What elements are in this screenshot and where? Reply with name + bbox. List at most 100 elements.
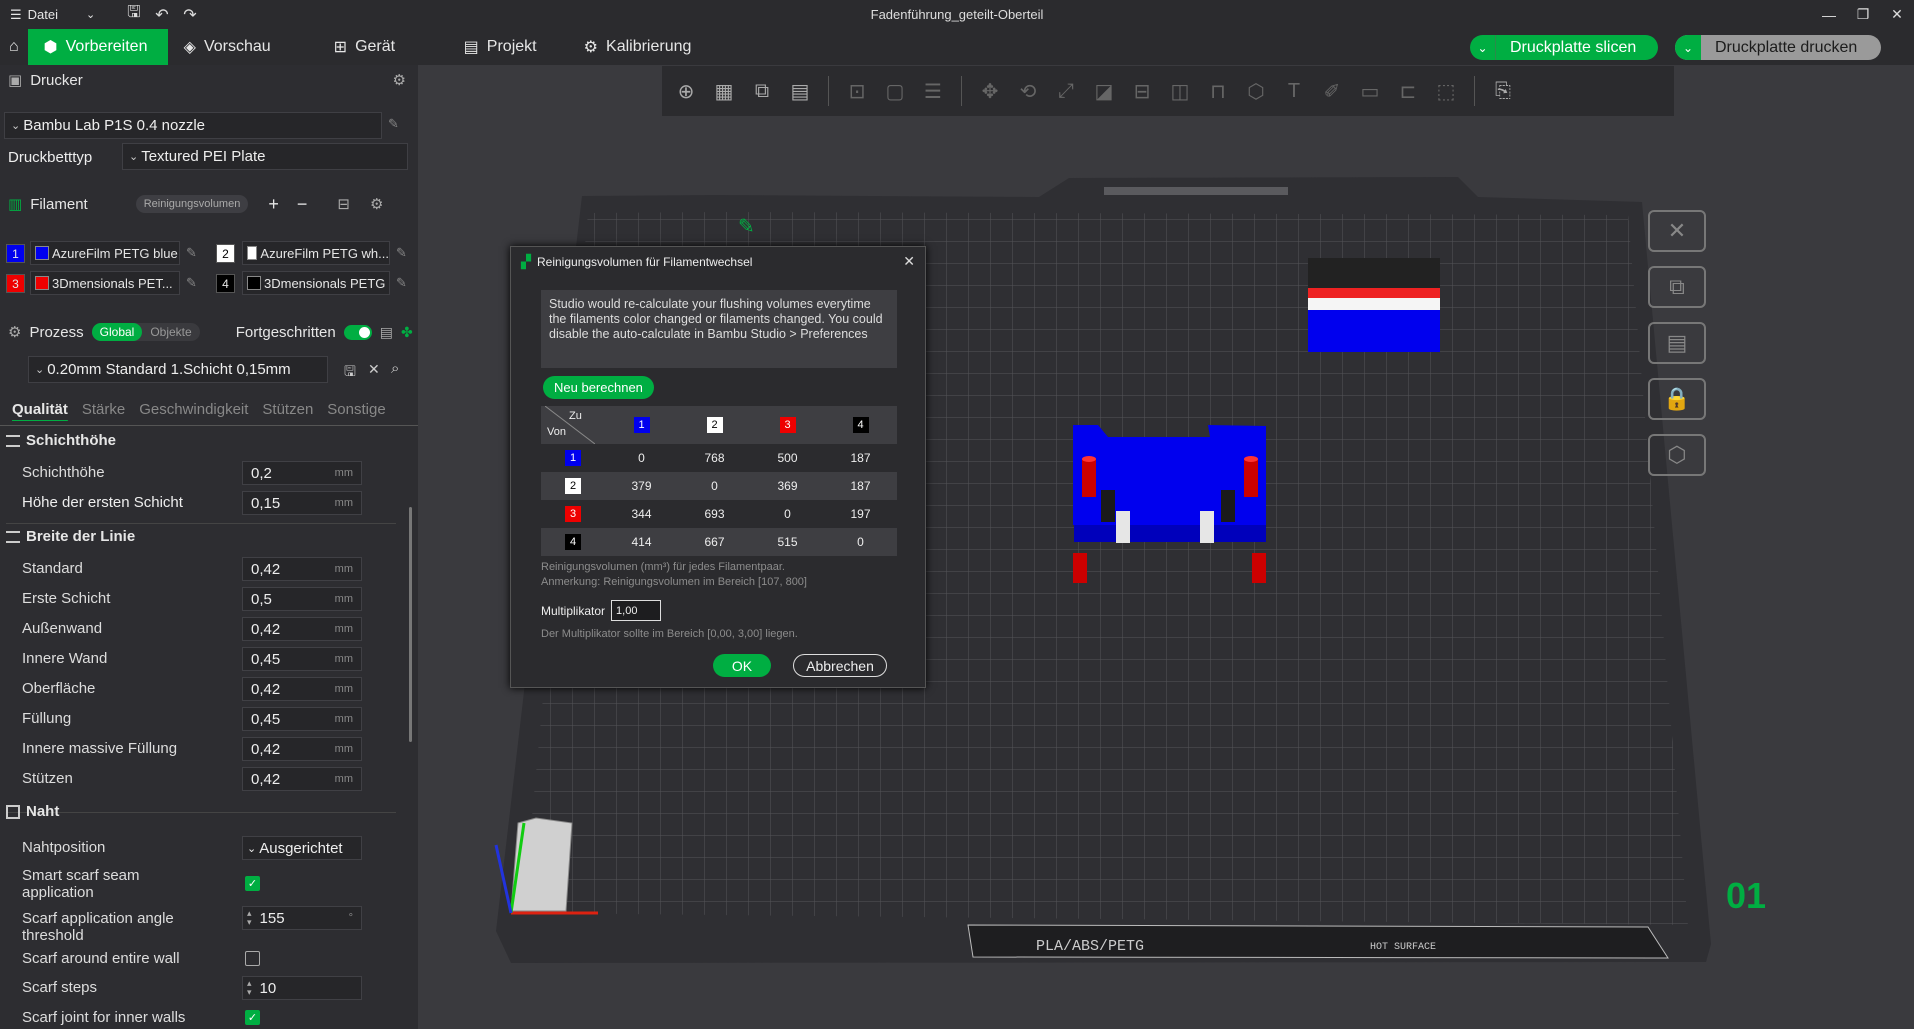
minimize-icon[interactable]: — bbox=[1812, 0, 1846, 29]
flush-cell[interactable]: 768 bbox=[678, 444, 751, 472]
wipe-tower[interactable] bbox=[1308, 258, 1440, 352]
flush-cell[interactable]: 0 bbox=[751, 500, 824, 528]
width-top-surface-input[interactable]: 0,42 mm bbox=[242, 677, 362, 701]
plate-settings-icon[interactable]: ✤ bbox=[401, 324, 413, 341]
compare-icon[interactable]: ▤ bbox=[380, 324, 393, 341]
plate-settings-icon[interactable]: ⬡ bbox=[1648, 434, 1706, 476]
scarf-steps-input[interactable]: ▴ ▾ 10 bbox=[242, 976, 362, 1000]
first-layer-height-input[interactable]: 0,15 mm bbox=[242, 491, 362, 515]
edit-icon[interactable]: ✎ bbox=[186, 245, 197, 261]
scope-objects[interactable]: Objekte bbox=[142, 323, 199, 341]
advanced-switch[interactable] bbox=[343, 324, 372, 340]
edit-pencil-icon[interactable]: ✎ bbox=[738, 216, 755, 238]
scarf-angle-input[interactable]: ▴ ▾ 155 ° bbox=[242, 906, 362, 930]
flush-cell[interactable]: 693 bbox=[678, 500, 751, 528]
arrange-icon[interactable]: ▤ bbox=[784, 75, 816, 107]
seam-position-select[interactable]: ⌄ Ausgerichtet bbox=[242, 836, 362, 860]
file-menu[interactable]: ☰ Datei ⌄ bbox=[0, 7, 100, 23]
lay-on-face-icon[interactable]: ◪ bbox=[1088, 75, 1120, 107]
spinner-icon[interactable]: ▴ ▾ bbox=[247, 909, 252, 927]
width-first-layer-input[interactable]: 0,5 mm bbox=[242, 587, 362, 611]
scale-icon[interactable]: ⤢ bbox=[1050, 75, 1082, 107]
layer-height-input[interactable]: 0,2 mm bbox=[242, 461, 362, 485]
auto-arrange-plate-icon[interactable]: ⧉ bbox=[1648, 266, 1706, 308]
gear-icon[interactable]: ⚙ bbox=[393, 71, 406, 89]
split-objects-icon[interactable]: ⊡ bbox=[841, 75, 873, 107]
auto-orient-icon[interactable]: ⧉ bbox=[746, 75, 778, 107]
save-preset-icon[interactable]: 🖫 bbox=[344, 361, 356, 385]
width-inner-wall-input[interactable]: 0,45 mm bbox=[242, 647, 362, 671]
chevron-down-icon[interactable]: ⌄ bbox=[1470, 35, 1496, 60]
text-icon[interactable]: T bbox=[1278, 75, 1310, 107]
edit-icon[interactable]: ✎ bbox=[396, 245, 407, 261]
flush-cell[interactable]: 187 bbox=[824, 444, 897, 472]
flush-cell[interactable]: 379 bbox=[605, 472, 678, 500]
close-icon[interactable]: ✕ bbox=[1880, 0, 1914, 29]
filament-3-select[interactable]: 3Dmensionals PET... bbox=[30, 271, 180, 295]
tab-speed[interactable]: Geschwindigkeit bbox=[139, 401, 248, 418]
assembly-icon[interactable]: ⊏ bbox=[1392, 75, 1424, 107]
width-infill-input[interactable]: 0,45 mm bbox=[242, 707, 362, 731]
flush-cell[interactable]: 0 bbox=[605, 444, 678, 472]
flush-cell[interactable]: 344 bbox=[605, 500, 678, 528]
process-preset-select[interactable]: ⌄ 0.20mm Standard 1.Schicht 0,15mm bbox=[28, 356, 328, 383]
cut-icon[interactable]: ⊟ bbox=[1126, 75, 1158, 107]
edit-icon[interactable]: ✎ bbox=[186, 275, 197, 291]
search-icon[interactable]: ⌕ bbox=[391, 360, 399, 377]
restore-icon[interactable]: ❐ bbox=[1846, 0, 1880, 29]
spinner-icon[interactable]: ▴ ▾ bbox=[247, 979, 252, 997]
tab-strength[interactable]: Stärke bbox=[82, 401, 125, 418]
sync-icon[interactable]: ⊟ bbox=[337, 195, 350, 213]
width-solid-infill-input[interactable]: 0,42 mm bbox=[242, 737, 362, 761]
flush-volume-button[interactable]: Reinigungsvolumen bbox=[135, 195, 249, 213]
width-outer-wall-input[interactable]: 0,42 mm bbox=[242, 617, 362, 641]
move-icon[interactable]: ✥ bbox=[974, 75, 1006, 107]
mesh-boolean-icon[interactable]: ◫ bbox=[1164, 75, 1196, 107]
smart-scarf-checkbox[interactable]: ✓ bbox=[245, 876, 260, 891]
filament-4-select[interactable]: 3Dmensionals PETG bbox=[242, 271, 390, 295]
home-button[interactable]: ⌂ bbox=[0, 29, 28, 65]
support-paint-icon[interactable]: ⊓ bbox=[1202, 75, 1234, 107]
filament-1-select[interactable]: AzureFilm PETG blue bbox=[30, 241, 180, 265]
split-parts-icon[interactable]: ▢ bbox=[879, 75, 911, 107]
flush-cell[interactable]: 515 bbox=[751, 528, 824, 556]
width-standard-input[interactable]: 0,42 mm bbox=[242, 557, 362, 581]
tab-prepare[interactable]: ⬢ Vorbereiten bbox=[27, 29, 168, 65]
measure-icon[interactable]: ▭ bbox=[1354, 75, 1386, 107]
flush-cell[interactable]: 0 bbox=[678, 472, 751, 500]
cancel-button[interactable]: Abbrechen bbox=[793, 654, 887, 677]
scope-global[interactable]: Global bbox=[91, 323, 143, 341]
scarf-inner-walls-checkbox[interactable]: ✓ bbox=[245, 1010, 260, 1025]
return-icon[interactable]: ⎘ bbox=[1487, 75, 1519, 107]
ok-button[interactable]: OK bbox=[713, 654, 771, 677]
slice-plate-button[interactable]: ⌄ Druckplatte slicen bbox=[1470, 35, 1658, 60]
flush-cell[interactable]: 414 bbox=[605, 528, 678, 556]
tab-support[interactable]: Stützen bbox=[262, 401, 313, 418]
filament-2-select[interactable]: AzureFilm PETG wh... bbox=[242, 241, 390, 265]
lock-icon[interactable]: 🔒 bbox=[1648, 378, 1706, 420]
chevron-down-icon[interactable]: ⌄ bbox=[1675, 35, 1701, 60]
bounding-box-icon[interactable]: ⬚ bbox=[1430, 75, 1462, 107]
undo-icon[interactable]: ↶ bbox=[148, 0, 176, 29]
redo-icon[interactable]: ↷ bbox=[176, 0, 204, 29]
delete-plate-icon[interactable]: ✕ bbox=[1648, 210, 1706, 252]
recalculate-button[interactable]: Neu berechnen bbox=[543, 376, 654, 399]
tab-calibration[interactable]: ⚙ Kalibrierung bbox=[568, 29, 708, 65]
flush-cell[interactable]: 0 bbox=[824, 528, 897, 556]
flush-cell[interactable]: 667 bbox=[678, 528, 751, 556]
printer-select[interactable]: ⌄ Bambu Lab P1S 0.4 nozzle bbox=[4, 112, 382, 139]
sidebar-scrollbar[interactable] bbox=[409, 507, 412, 742]
edit-icon[interactable]: ✎ bbox=[388, 116, 399, 132]
layers-icon[interactable]: ☰ bbox=[917, 75, 949, 107]
color-paint-icon[interactable]: ✐ bbox=[1316, 75, 1348, 107]
save-icon[interactable]: 🖫 bbox=[120, 0, 148, 29]
remove-icon[interactable]: − bbox=[297, 194, 308, 215]
tab-device[interactable]: ⊞ Gerät bbox=[318, 29, 448, 65]
multiplier-input[interactable]: 1,00 bbox=[611, 600, 662, 621]
width-support-input[interactable]: 0,42 mm bbox=[242, 767, 362, 791]
print-plate-button[interactable]: ⌄ Druckplatte drucken bbox=[1675, 35, 1881, 60]
seam-paint-icon[interactable]: ⬡ bbox=[1240, 75, 1272, 107]
add-object-icon[interactable]: ⊕ bbox=[670, 75, 702, 107]
edit-icon[interactable]: ✎ bbox=[396, 275, 407, 291]
gear-icon[interactable]: ⚙ bbox=[370, 195, 383, 213]
